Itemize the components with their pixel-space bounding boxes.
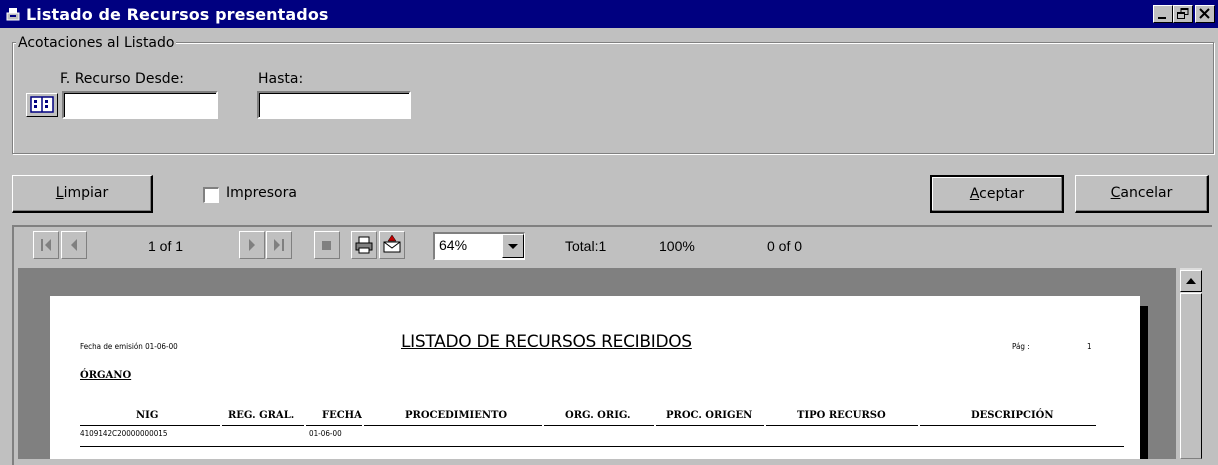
row-fecha: 01-06-00 xyxy=(309,429,342,438)
page-shadow xyxy=(1140,306,1148,459)
percent-complete: 100% xyxy=(659,238,695,254)
export-icon xyxy=(383,234,401,253)
maximize-icon xyxy=(1177,8,1189,19)
column-underline xyxy=(306,425,362,426)
report-page-label: Pág : xyxy=(1012,342,1030,351)
column-header: FECHA xyxy=(322,410,362,421)
next-page-button[interactable] xyxy=(239,231,265,259)
clear-button-label: Limpiar xyxy=(55,185,109,201)
report-title: LISTADO DE RECURSOS RECIBIDOS xyxy=(401,332,692,352)
from-date-label: F. Recurso Desde: xyxy=(60,71,184,87)
scroll-thumb[interactable] xyxy=(1180,293,1202,459)
first-page-button[interactable] xyxy=(33,231,59,259)
zoom-select[interactable]: 64% xyxy=(433,232,525,260)
printer-label: Impresora xyxy=(226,185,297,201)
total-count: Total:1 xyxy=(565,238,607,254)
close-icon xyxy=(1199,8,1210,19)
column-underline xyxy=(544,425,654,426)
title-bar: Listado de Recursos presentados xyxy=(0,0,1218,28)
filter-group-label: Acotaciones al Listado xyxy=(16,35,177,51)
report-section-label: ÓRGANO xyxy=(80,370,132,381)
column-underline xyxy=(766,425,918,426)
zoom-dropdown-button[interactable] xyxy=(502,234,524,258)
print-button[interactable] xyxy=(351,231,377,259)
column-underline xyxy=(80,425,220,426)
first-page-icon xyxy=(41,239,51,251)
report-issue-date: Fecha de emisión 01-06-00 xyxy=(80,342,178,351)
page-indicator: 1 of 1 xyxy=(148,238,184,254)
column-underline xyxy=(656,425,764,426)
clear-button[interactable]: Limpiar xyxy=(12,175,153,213)
to-date-label: Hasta: xyxy=(258,71,304,87)
from-date-input[interactable] xyxy=(62,91,218,119)
row-separator xyxy=(80,446,1124,447)
stop-icon xyxy=(322,241,331,250)
cancel-button-label: Cancelar xyxy=(1110,185,1173,201)
minimize-icon xyxy=(1158,17,1166,19)
printer-checkbox[interactable] xyxy=(203,187,219,203)
column-underline xyxy=(920,425,1096,426)
column-header: NIG xyxy=(136,410,159,421)
minimize-button[interactable] xyxy=(1153,5,1173,23)
column-header: TIPO RECURSO xyxy=(797,410,886,421)
maximize-button[interactable] xyxy=(1173,5,1193,23)
zoom-value: 64% xyxy=(439,237,468,253)
scroll-up-button[interactable] xyxy=(1180,270,1202,292)
calendar-button[interactable] xyxy=(26,93,58,117)
column-header: REG. GRAL. xyxy=(228,410,295,421)
previous-page-icon xyxy=(71,239,77,251)
arrow-up-icon xyxy=(1186,278,1196,284)
report-page xyxy=(50,296,1140,459)
column-header: DESCRIPCIÓN xyxy=(971,410,1054,421)
column-header: ORG. ORIG. xyxy=(565,410,631,421)
next-page-icon xyxy=(249,239,255,251)
window-title: Listado de Recursos presentados xyxy=(26,5,329,24)
close-button[interactable] xyxy=(1195,5,1215,23)
app-icon xyxy=(6,8,20,21)
last-page-icon xyxy=(274,239,284,251)
report-page-number: 1 xyxy=(1087,342,1092,351)
column-underline xyxy=(222,425,304,426)
search-match-count: 0 of 0 xyxy=(767,238,803,254)
row-nig: 4109142C20000000015 xyxy=(80,429,168,438)
accept-button-label: Aceptar xyxy=(969,186,1025,202)
to-date-input[interactable] xyxy=(257,91,411,119)
chevron-down-icon xyxy=(508,244,518,249)
printer-icon xyxy=(355,236,373,254)
accept-button[interactable]: Aceptar xyxy=(930,175,1064,213)
last-page-button[interactable] xyxy=(266,231,292,259)
stop-button[interactable] xyxy=(314,231,340,259)
column-underline xyxy=(364,425,542,426)
calendar-icon xyxy=(30,96,54,113)
column-header: PROC. ORIGEN xyxy=(666,410,753,421)
previous-page-button[interactable] xyxy=(61,231,87,259)
column-header: PROCEDIMIENTO xyxy=(405,410,508,421)
cancel-button[interactable]: Cancelar xyxy=(1075,175,1209,213)
export-button[interactable] xyxy=(379,231,405,259)
